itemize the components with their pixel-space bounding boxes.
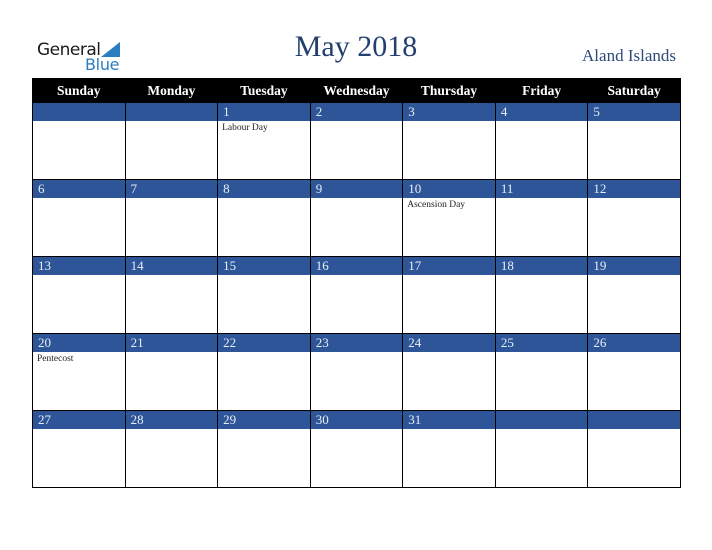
day-number: 26 (588, 334, 680, 352)
day-number: 2 (310, 103, 403, 121)
weekday-header: Sunday (32, 78, 126, 103)
weekday-header: Monday (124, 78, 219, 103)
day-number: 13 (33, 257, 125, 275)
weekday-header: Tuesday (217, 78, 311, 103)
day-cell[interactable]: 2 (309, 102, 404, 180)
day-number: 7 (125, 180, 218, 198)
day-number: 16 (310, 257, 403, 275)
day-cell[interactable]: 20 Pentecost (32, 333, 126, 411)
day-cell[interactable]: 5 (587, 102, 681, 180)
day-number: 12 (588, 180, 680, 198)
weekday-header-row: Sunday Monday Tuesday Wednesday Thursday Frid… (32, 78, 681, 103)
day-number: 25 (495, 334, 588, 352)
day-number (125, 103, 218, 121)
day-cell[interactable]: 16 (309, 256, 404, 334)
day-cell[interactable]: 28 (124, 410, 219, 488)
day-cell[interactable]: 10 Ascension Day (402, 179, 496, 257)
week-row: 1 Labour Day 2 3 4 5 (32, 102, 681, 180)
day-cell[interactable]: 4 (494, 102, 589, 180)
holiday-label: Ascension Day (407, 200, 466, 210)
day-number: 30 (310, 411, 403, 429)
day-cell[interactable]: 1 Labour Day (217, 102, 311, 180)
weekday-header: Wednesday (309, 78, 404, 103)
day-number (495, 411, 588, 429)
calendar-grid: Sunday Monday Tuesday Wednesday Thursday Frid… (32, 78, 681, 488)
day-number: 3 (403, 103, 495, 121)
day-number: 18 (495, 257, 588, 275)
day-number: 1 (218, 103, 310, 121)
day-cell[interactable]: 31 (402, 410, 496, 488)
day-cell[interactable]: 26 (587, 333, 681, 411)
day-number: 10 (403, 180, 495, 198)
day-cell[interactable]: 15 (217, 256, 311, 334)
week-row: 20 Pentecost 21 22 23 24 25 26 (32, 333, 681, 411)
day-cell[interactable] (494, 410, 589, 488)
day-cell[interactable]: 17 (402, 256, 496, 334)
day-number (33, 103, 125, 121)
day-cell[interactable]: 7 (124, 179, 219, 257)
day-number: 9 (310, 180, 403, 198)
day-cell[interactable]: 30 (309, 410, 404, 488)
week-row: 27 28 29 30 31 (32, 410, 681, 488)
day-cell[interactable]: 24 (402, 333, 496, 411)
weekday-header: Thursday (402, 78, 496, 103)
day-cell[interactable]: 9 (309, 179, 404, 257)
day-cell[interactable]: 23 (309, 333, 404, 411)
day-cell[interactable]: 25 (494, 333, 589, 411)
day-cell[interactable]: 27 (32, 410, 126, 488)
holiday-label: Pentecost (37, 354, 74, 364)
day-number: 11 (495, 180, 588, 198)
day-cell[interactable] (587, 410, 681, 488)
week-row: 13 14 15 16 17 18 19 (32, 256, 681, 334)
day-cell[interactable] (32, 102, 126, 180)
day-number: 19 (588, 257, 680, 275)
weekday-header: Saturday (587, 78, 681, 103)
country-label: Aland Islands (582, 46, 676, 65)
day-number: 24 (403, 334, 495, 352)
day-number (588, 411, 680, 429)
day-number: 22 (218, 334, 310, 352)
day-cell[interactable]: 13 (32, 256, 126, 334)
holiday-label: Labour Day (222, 123, 268, 133)
day-number: 8 (218, 180, 310, 198)
day-number: 23 (310, 334, 403, 352)
day-number: 17 (403, 257, 495, 275)
day-cell[interactable]: 19 (587, 256, 681, 334)
day-cell[interactable]: 29 (217, 410, 311, 488)
day-number: 21 (125, 334, 218, 352)
day-cell[interactable]: 3 (402, 102, 496, 180)
day-number: 5 (588, 103, 680, 121)
day-number: 27 (33, 411, 125, 429)
day-number: 15 (218, 257, 310, 275)
day-number: 4 (495, 103, 588, 121)
day-number: 31 (403, 411, 495, 429)
week-row: 6 7 8 9 10 Ascension Day 11 12 (32, 179, 681, 257)
day-number: 28 (125, 411, 218, 429)
day-cell[interactable]: 11 (494, 179, 589, 257)
day-cell[interactable]: 12 (587, 179, 681, 257)
day-cell[interactable] (124, 102, 219, 180)
day-number: 20 (33, 334, 125, 352)
day-cell[interactable]: 21 (124, 333, 219, 411)
day-cell[interactable]: 22 (217, 333, 311, 411)
day-cell[interactable]: 8 (217, 179, 311, 257)
day-number: 29 (218, 411, 310, 429)
day-number: 14 (125, 257, 218, 275)
day-cell[interactable]: 6 (32, 179, 126, 257)
day-number: 6 (33, 180, 125, 198)
day-cell[interactable]: 18 (494, 256, 589, 334)
day-cell[interactable]: 14 (124, 256, 219, 334)
weekday-header: Friday (494, 78, 589, 103)
